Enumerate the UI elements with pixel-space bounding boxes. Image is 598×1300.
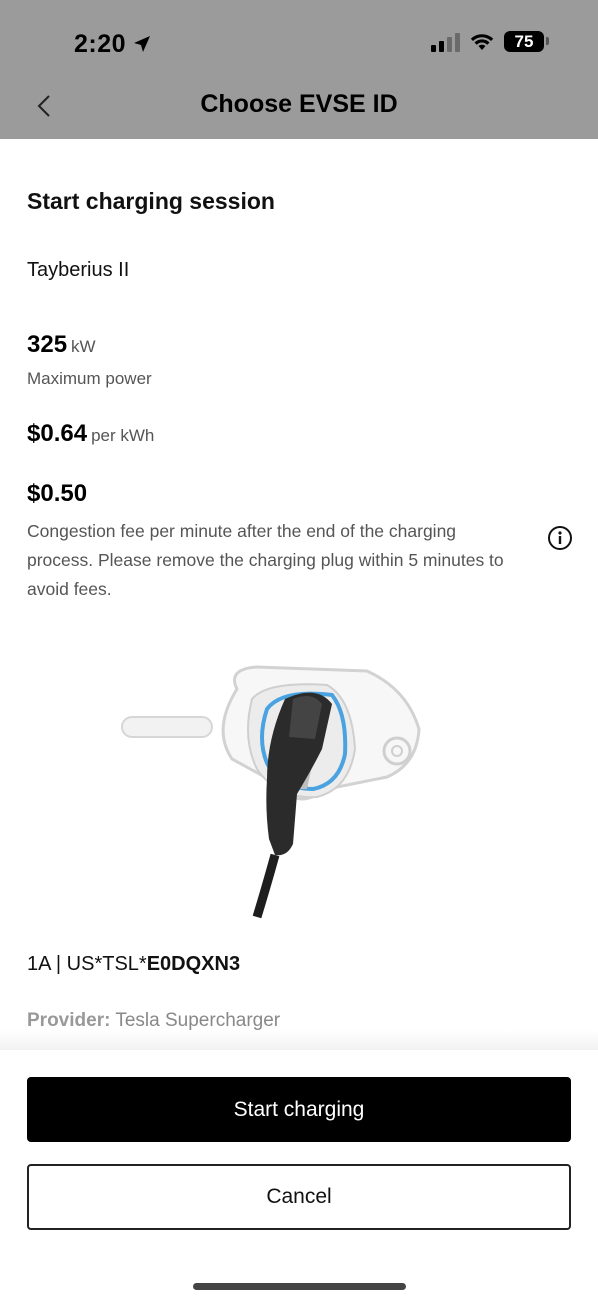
evse-id-prefix: 1A | US*TSL* (27, 953, 147, 975)
power-value: 325 (27, 331, 68, 358)
cellular-signal-icon (431, 32, 460, 52)
status-time: 2:20 (74, 30, 127, 58)
evse-id: 1A | US*TSL*E0DQXN3 (27, 953, 240, 976)
home-indicator[interactable] (193, 1283, 406, 1290)
fee-value: $0.50 (27, 480, 88, 507)
evse-id-code: E0DQXN3 (146, 953, 241, 975)
section-heading: Start charging session (27, 188, 275, 214)
provider-value: Tesla Supercharger (115, 1010, 281, 1031)
power-label: Maximum power (27, 369, 152, 388)
charging-port-illustration (121, 665, 421, 919)
price-unit: per kWh (91, 426, 155, 445)
cancel-button[interactable]: Cancel (27, 1164, 571, 1230)
max-power: 325 kW (27, 331, 96, 359)
congestion-fee: $0.50 (27, 480, 87, 508)
info-circle-icon[interactable] (547, 525, 573, 551)
status-icons: 75 (431, 31, 549, 52)
action-bar: Start charging Cancel (0, 1050, 598, 1300)
top-bar: 2:20 75 Choose EVSE ID (0, 0, 598, 139)
battery-level: 75 (514, 31, 534, 51)
power-unit: kW (71, 337, 96, 356)
scroll-fade (0, 1030, 598, 1052)
page-title: Choose EVSE ID (200, 90, 398, 118)
energy-price: $0.64 per kWh (27, 420, 154, 448)
station-name: Tayberius II (27, 259, 130, 281)
provider-row: Provider: Tesla Supercharger (27, 1010, 280, 1032)
wifi-icon (470, 33, 494, 50)
provider-label: Provider: (27, 1010, 111, 1031)
battery-icon: 75 (504, 31, 549, 52)
fee-description: Congestion fee per minute after the end … (27, 521, 504, 599)
price-value: $0.64 (27, 420, 88, 447)
location-arrow-icon (134, 36, 150, 52)
start-charging-button[interactable]: Start charging (27, 1077, 571, 1142)
